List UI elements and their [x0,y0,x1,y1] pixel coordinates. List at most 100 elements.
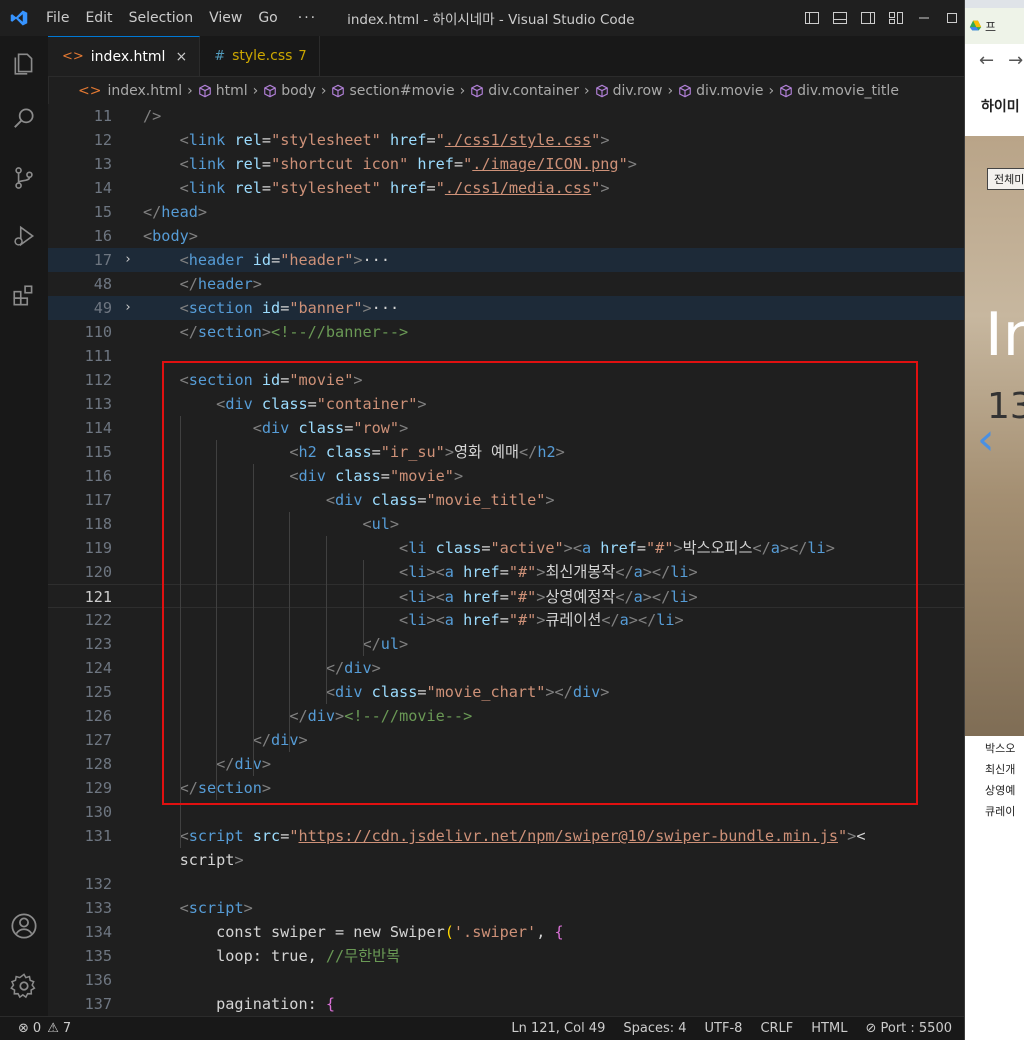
code-line[interactable]: 127 </div> [48,728,964,752]
code-text: <link rel="stylesheet" href="./css1/medi… [179,179,610,197]
code-line[interactable]: 121 <li><a href="#">상영예정작</a></li> [48,584,964,608]
explorer-icon[interactable] [0,40,48,88]
code-line[interactable]: 15 </head> [48,200,964,224]
site-title[interactable]: 하이미 [981,96,1020,116]
cursor-position[interactable]: Ln 121, Col 49 [511,1021,605,1036]
error-count: 0 [32,1021,42,1036]
code-line[interactable]: 14 <link rel="stylesheet" href="./css1/m… [48,176,964,200]
fold-chevron-icon[interactable]: › [124,296,132,320]
close-icon[interactable]: × [175,49,187,65]
line-number: 14 [93,179,112,197]
run-debug-icon[interactable] [0,212,48,260]
code-line[interactable]: script> [48,848,964,872]
menu-file[interactable]: File [38,10,77,26]
fold-chevron-icon[interactable]: › [124,248,132,272]
code-line[interactable]: 118 <ul> [48,512,964,536]
language-mode[interactable]: HTML [811,1021,847,1036]
browser-tab[interactable]: 프 [965,8,1024,44]
code-text: <ul> [362,515,400,533]
code-text: <li><a href="#">최신개봉작</a></li> [399,563,698,581]
code-line[interactable]: 114 <div class="row"> [48,416,964,440]
code-line[interactable]: 17 › <header id="header">··· [48,248,964,272]
list-item[interactable]: 박스오 [985,738,1015,759]
code-line[interactable]: 136 [48,968,964,992]
line-number: 119 [84,539,112,557]
code-line[interactable]: 12 <link rel="stylesheet" href="./css1/s… [48,128,964,152]
breadcrumb-item[interactable]: html [216,83,248,99]
breadcrumb-item[interactable]: div.container [488,83,579,99]
forward-arrow-icon[interactable]: → [1008,50,1023,71]
code-line[interactable]: 120 <li><a href="#">최신개봉작</a></li> [48,560,964,584]
breadcrumb-item[interactable]: index.html [107,83,182,99]
code-line[interactable]: 130 [48,800,964,824]
code-line[interactable]: 133 <script> [48,896,964,920]
code-line[interactable]: 124 </div> [48,656,964,680]
code-line[interactable]: 116 <div class="movie"> [48,464,964,488]
code-line[interactable]: 13 <link rel="shortcut icon" href="./ima… [48,152,964,176]
breadcrumb-item[interactable]: body [281,83,316,99]
breadcrumb-item[interactable]: div.movie_title [797,83,899,99]
list-item[interactable]: 상영예 [985,780,1015,801]
code-editor[interactable]: 11 /> 12 <link rel="stylesheet" href="./cs… [48,104,964,1016]
slider-prev-icon[interactable]: ‹ [977,414,995,465]
toggle-secondary-sidebar-icon[interactable] [856,6,880,30]
broadcast-icon: ⊘ [865,1021,881,1036]
code-line[interactable]: 11 /> [48,104,964,128]
code-line[interactable]: 16 <body> [48,224,964,248]
code-line[interactable]: 123 </ul> [48,632,964,656]
toggle-primary-sidebar-icon[interactable] [800,6,824,30]
indentation[interactable]: Spaces: 4 [623,1021,686,1036]
all-movies-button[interactable]: 전체미 [987,168,1024,190]
element-cube-icon [780,84,792,98]
end-of-line[interactable]: CRLF [760,1021,793,1036]
code-line[interactable]: 128 </div> [48,752,964,776]
settings-gear-icon[interactable] [0,962,48,1010]
code-line[interactable]: 112 <section id="movie"> [48,368,964,392]
back-arrow-icon[interactable]: ← [979,50,994,71]
code-line[interactable]: 113 <div class="container"> [48,392,964,416]
minimize-icon[interactable] [912,6,936,30]
tab-style-css[interactable]: # style.css 7 [200,36,320,76]
encoding[interactable]: UTF-8 [705,1021,743,1036]
account-icon[interactable] [0,902,48,950]
toggle-panel-icon[interactable] [828,6,852,30]
code-line[interactable]: 126 </div><!--//movie--> [48,704,964,728]
code-line[interactable]: 131 <script src="https://cdn.jsdelivr.ne… [48,824,964,848]
list-item[interactable]: 큐레이 [985,801,1015,822]
menu-more[interactable]: ··· [286,10,329,26]
indent-guide [289,512,291,752]
menu-view[interactable]: View [201,10,250,26]
problems-indicator[interactable]: ⊗ 0 ⚠ 7 [0,1021,71,1036]
menu-go[interactable]: Go [250,10,285,26]
breadcrumb-item[interactable]: div.movie [696,83,763,99]
source-control-icon[interactable] [0,154,48,202]
code-line[interactable]: 135 loop: true, //무한반복 [48,944,964,968]
code-line[interactable]: 119 <li class="active"><a href="#">박스오피스… [48,536,964,560]
code-line[interactable]: 110 </section><!--//banner--> [48,320,964,344]
extensions-icon[interactable] [0,272,48,320]
menu-edit[interactable]: Edit [77,10,120,26]
code-line[interactable]: 48 </header> [48,272,964,296]
line-number: 117 [84,491,112,509]
indent-guide [362,560,364,656]
maximize-icon[interactable] [940,6,964,30]
line-number: 135 [84,947,112,965]
tab-index-html[interactable]: <> index.html × [48,36,201,76]
code-line[interactable]: 132 [48,872,964,896]
live-server-port[interactable]: ⊘ Port : 5500 [865,1021,952,1036]
code-line[interactable]: 117 <div class="movie_title"> [48,488,964,512]
code-line[interactable]: 111 [48,344,964,368]
code-line[interactable]: 49 › <section id="banner">··· [48,296,964,320]
customize-layout-icon[interactable] [884,6,908,30]
code-line[interactable]: 122 <li><a href="#">큐레이션</a></li> [48,608,964,632]
code-line[interactable]: 125 <div class="movie_chart"></div> [48,680,964,704]
code-line[interactable]: 134 const swiper = new Swiper('.swiper',… [48,920,964,944]
code-line[interactable]: 137 pagination: { [48,992,964,1016]
code-line[interactable]: 129 </section> [48,776,964,800]
breadcrumb-item[interactable]: div.row [613,83,663,99]
menu-selection[interactable]: Selection [121,10,202,26]
list-item[interactable]: 최신개 [985,759,1015,780]
code-line[interactable]: 115 <h2 class="ir_su">영화 예매</h2> [48,440,964,464]
breadcrumb-item[interactable]: section#movie [349,83,454,99]
search-icon[interactable] [0,94,48,142]
